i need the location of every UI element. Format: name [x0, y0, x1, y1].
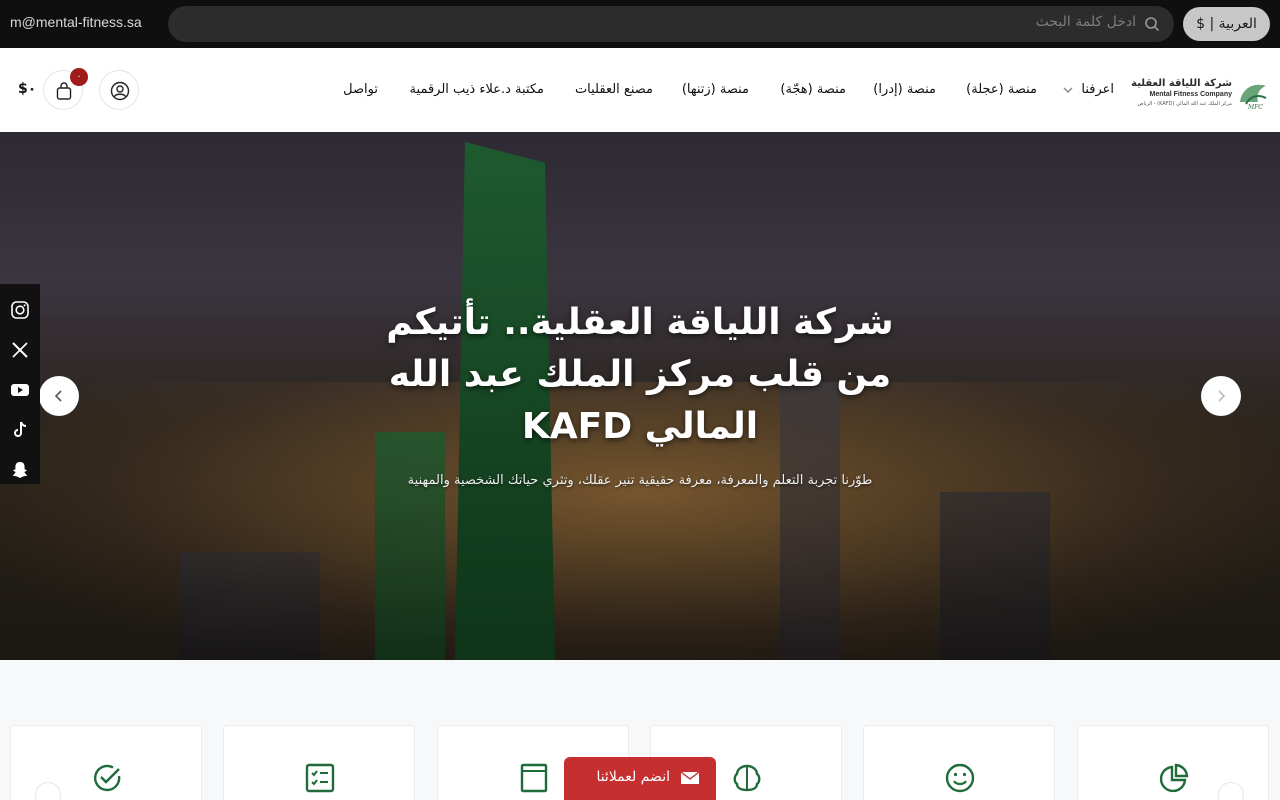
nav-item-mindset-factory[interactable]: مصنع العقليات: [575, 82, 653, 97]
cart-total: $٠: [18, 81, 37, 97]
feature-card[interactable]: [223, 725, 415, 800]
nav-item-label: اعرفنا: [1081, 82, 1114, 97]
snapchat-icon[interactable]: [10, 460, 30, 480]
smile-icon: [945, 763, 975, 793]
user-icon: [110, 81, 130, 101]
search-icon[interactable]: [1144, 16, 1160, 32]
book-icon: [520, 763, 548, 793]
nav-item-idra[interactable]: منصة (إدرا): [873, 82, 936, 97]
shopping-bag-icon: [56, 82, 72, 100]
nav-item-contact[interactable]: تواصل: [343, 82, 378, 97]
contact-email[interactable]: m@mental-fitness.sa: [10, 14, 142, 30]
search-input[interactable]: ادخل كلمة البحث: [168, 6, 1174, 42]
instagram-icon[interactable]: [10, 300, 30, 320]
check-circle-icon: [93, 764, 121, 792]
building-image: [375, 432, 445, 660]
nav-item-digital-library[interactable]: مكتبة د.علاء ذيب الرقمية: [410, 82, 544, 97]
search-placeholder: ادخل كلمة البحث: [1035, 14, 1136, 30]
nav-item-ajala[interactable]: منصة (عجلة): [966, 82, 1037, 97]
hero-title-line: شركة اللياقة العقلية.. تأتيكم: [386, 302, 894, 343]
slider-next-button[interactable]: [1201, 376, 1241, 416]
logo-name-ar: شركة اللياقة العقلية: [1131, 78, 1232, 89]
brain-icon: [733, 764, 761, 792]
feature-card[interactable]: [863, 725, 1055, 800]
chevron-left-icon: [54, 390, 62, 402]
language-currency-switcher[interactable]: العربية | $: [1183, 7, 1270, 41]
top-bar: m@mental-fitness.sa ادخل كلمة البحث العر…: [0, 0, 1280, 48]
hero-slider: شركة اللياقة العقلية.. تأتيكم من قلب مرك…: [0, 132, 1280, 660]
x-icon[interactable]: [10, 340, 30, 360]
hero-title-line: المالي KAFD: [521, 406, 759, 447]
nav-item-hajja[interactable]: منصة (هجّة): [780, 82, 846, 97]
checklist-icon: [305, 763, 335, 793]
join-clients-label: انضم لعملائنا: [596, 769, 670, 785]
social-sidebar: [0, 284, 40, 484]
logo-mark-icon: MFC: [1240, 84, 1267, 110]
pie-chart-icon: [1159, 763, 1189, 793]
chevron-down-icon: [1063, 87, 1073, 93]
hero-subtitle: طوّرنا تجربة التعلم والمعرفة، معرفة حقيق…: [407, 473, 873, 488]
youtube-icon[interactable]: [10, 380, 30, 400]
account-button[interactable]: [99, 70, 139, 110]
logo-name-en: Mental Fitness Company: [1149, 91, 1232, 98]
svg-text:MFC: MFC: [1247, 104, 1263, 110]
nav-item-about[interactable]: اعرفنا: [1063, 82, 1114, 97]
slider-prev-button[interactable]: [39, 376, 79, 416]
hero-title: شركة اللياقة العقلية.. تأتيكم من قلب مرك…: [340, 297, 940, 453]
tiktok-icon[interactable]: [10, 420, 30, 440]
nav-item-zatniha[interactable]: منصة (زتنها): [682, 82, 749, 97]
chevron-right-icon: [1218, 390, 1226, 402]
envelope-icon: [680, 771, 700, 784]
site-logo[interactable]: MFC شركة اللياقة العقلية Mental Fitness …: [1131, 74, 1270, 114]
join-clients-button[interactable]: انضم لعملائنا: [564, 757, 716, 800]
building-image: [180, 552, 320, 660]
logo-subtitle: مركز الملك عبد الله المالي (KAFD) - الري…: [1137, 101, 1232, 107]
building-image: [940, 492, 1050, 660]
hero-title-line: من قلب مركز الملك عبد الله: [388, 354, 892, 395]
cart-count-badge: ٠: [70, 68, 88, 86]
